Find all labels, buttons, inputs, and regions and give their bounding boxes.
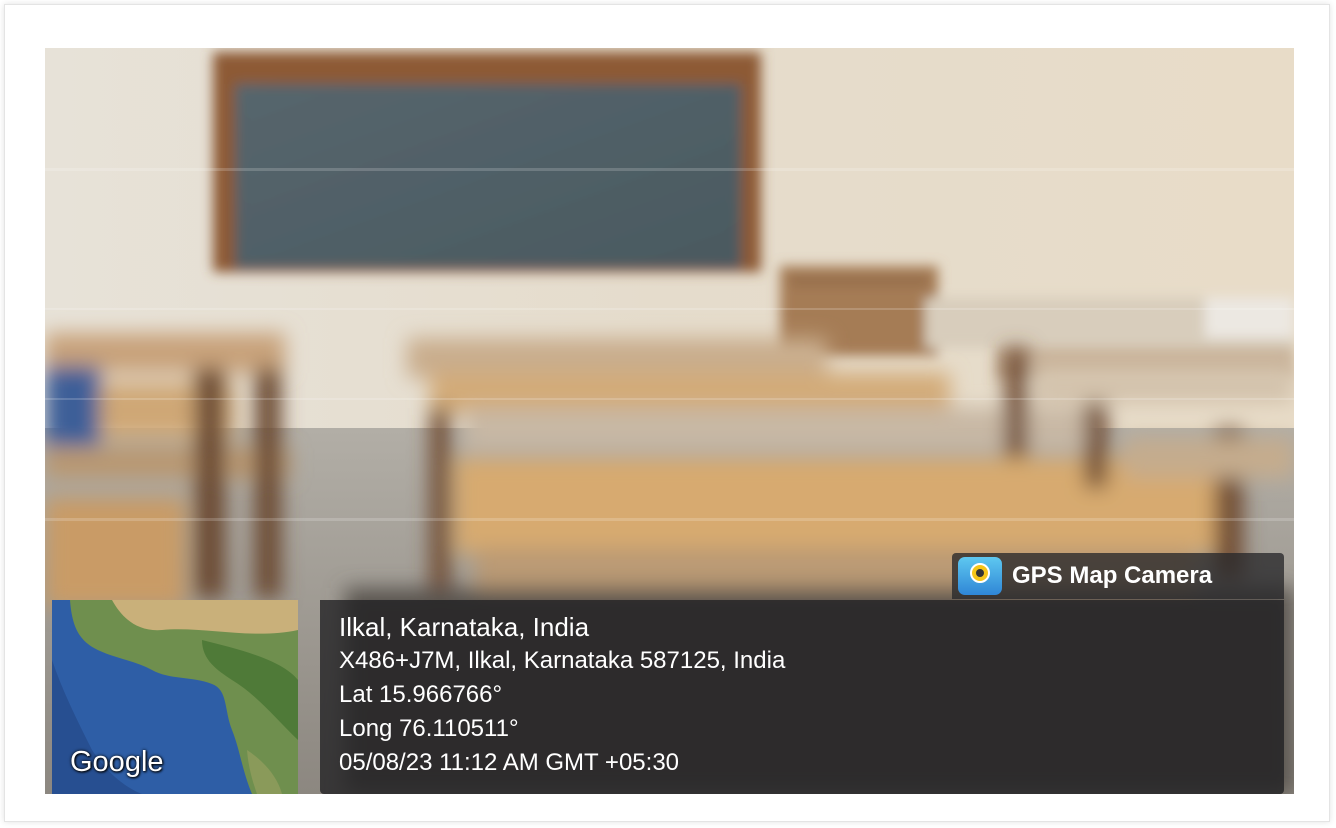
- longitude: Long 76.110511°: [339, 715, 519, 742]
- full-address: X486+J7M, Ilkal, Karnataka 587125, India: [339, 647, 786, 674]
- gps-map-camera-badge: GPS Map Camera: [952, 553, 1284, 599]
- latitude: Lat 15.966766°: [339, 681, 503, 708]
- place-name: Ilkal, Karnataka, India: [339, 612, 590, 642]
- gps-map-camera-label: GPS Map Camera: [1012, 562, 1213, 589]
- gps-map-camera-app-icon: [958, 557, 1002, 595]
- google-attribution: Google: [70, 746, 164, 778]
- timestamp: 05/08/23 11:12 AM GMT +05:30: [339, 749, 680, 776]
- location-info-panel: Ilkal, Karnataka, India X486+J7M, Ilkal,…: [320, 600, 1284, 794]
